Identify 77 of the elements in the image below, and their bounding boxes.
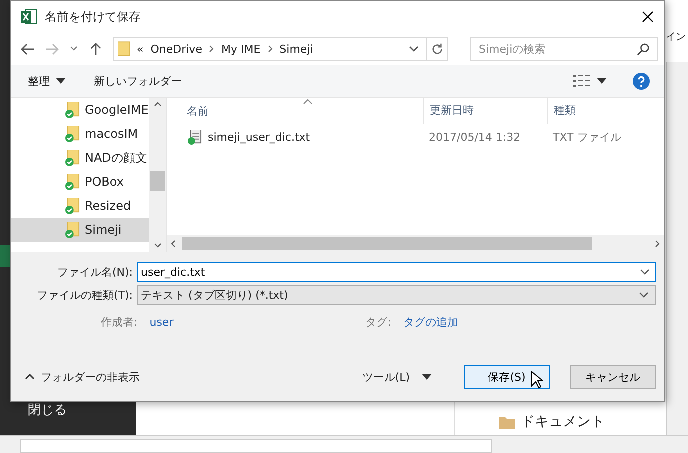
search-icon[interactable]: [637, 43, 650, 56]
search-field[interactable]: Simejiの検索: [470, 37, 658, 61]
scrollbar-thumb[interactable]: [20, 439, 492, 453]
ribbon-text: イン: [666, 31, 687, 44]
sort-caret-icon: [303, 99, 313, 104]
add-tag-link[interactable]: タグの追加: [403, 315, 458, 330]
synced-folder-icon: [65, 126, 80, 142]
folder-icon: [118, 41, 130, 57]
refresh-icon: [430, 42, 444, 56]
field-label: ファイル名(N):: [56, 264, 133, 280]
author-value[interactable]: user: [150, 316, 174, 329]
caret-icon[interactable]: [597, 78, 607, 84]
vertical-scrollbar[interactable]: [149, 98, 166, 252]
breadcrumb-item[interactable]: OneDrive: [150, 42, 202, 56]
organize-menu[interactable]: 整理: [28, 74, 50, 88]
overflow-chevron[interactable]: «: [137, 42, 144, 56]
chevron-down-icon[interactable]: [409, 46, 419, 52]
file-name-field[interactable]: user_dic.txt: [137, 262, 656, 282]
scroll-up-icon[interactable]: [154, 102, 162, 107]
tools-menu[interactable]: ツール(L): [362, 370, 410, 384]
new-folder-button[interactable]: 新しいフォルダー: [94, 74, 182, 88]
caret-icon[interactable]: [422, 374, 432, 380]
text-file-icon: [187, 130, 202, 144]
address-bar[interactable]: « OneDrive My IME Simeji: [113, 37, 448, 61]
help-icon[interactable]: [633, 72, 650, 90]
up-arrow-icon[interactable]: [89, 42, 103, 56]
synced-folder-icon: [65, 150, 80, 166]
file-type-dropdown[interactable]: テキスト (タブ区切り) (*.txt): [137, 285, 656, 305]
back-arrow-icon[interactable]: [21, 42, 35, 56]
save-button[interactable]: 保存(S): [464, 365, 550, 389]
column-header[interactable]: 種類: [547, 98, 664, 124]
tags-label: タグ:: [366, 315, 392, 330]
field-label: ファイルの種類(T):: [36, 288, 133, 302]
synced-folder-icon: [65, 198, 80, 214]
scrollbar-thumb[interactable]: [150, 171, 165, 191]
folder-tree-item[interactable]: Resized: [11, 194, 149, 218]
caret-icon[interactable]: [56, 78, 66, 84]
synced-folder-icon: [65, 222, 80, 238]
breadcrumb-item[interactable]: My IME: [221, 42, 261, 56]
folder-item-label[interactable]: ドキュメント: [521, 413, 605, 431]
close-icon[interactable]: [642, 11, 654, 23]
synced-folder-icon: [65, 174, 80, 190]
folder-tree-item[interactable]: GoogleIME: [11, 98, 149, 122]
scroll-right-icon[interactable]: [655, 240, 660, 248]
breadcrumb-separator-icon: [268, 45, 273, 53]
close-menu-item[interactable]: 閉じる: [28, 401, 67, 419]
chevron-down-icon[interactable]: [69, 46, 79, 52]
spreadsheet-app-icon: [21, 9, 37, 25]
folder-tree-item[interactable]: macosIM: [11, 122, 149, 146]
scrollbar-thumb[interactable]: [182, 237, 592, 250]
folder-tree-item[interactable]: POBox: [11, 170, 149, 194]
window-title: 名前を付けて保存: [45, 8, 142, 26]
horizontal-scrollbar[interactable]: [0, 435, 688, 453]
folder-tree-item[interactable]: NADの顔文: [11, 146, 149, 170]
cancel-button[interactable]: キャンセル: [570, 365, 656, 389]
chevron-down-icon[interactable]: [640, 269, 650, 275]
column-header[interactable]: 名前: [167, 104, 423, 118]
author-label: 作成者:: [101, 315, 138, 330]
accent-strip: [0, 245, 10, 267]
view-options-icon[interactable]: [573, 75, 591, 87]
breadcrumb-item[interactable]: Simeji: [280, 42, 314, 56]
horizontal-scrollbar[interactable]: [167, 235, 664, 252]
modified-date: 2017/05/14 1:32: [428, 130, 522, 144]
breadcrumb-separator-icon: [209, 45, 214, 53]
scroll-down-icon[interactable]: [154, 243, 162, 248]
synced-folder-icon: [65, 102, 80, 118]
folder-tree-item[interactable]: Simeji: [11, 218, 149, 242]
mouse-cursor-icon: [531, 371, 543, 389]
scroll-left-icon[interactable]: [171, 240, 176, 248]
chevron-down-icon[interactable]: [639, 292, 649, 298]
vertical-scrollbar[interactable]: [666, 62, 688, 435]
folder-icon: [499, 415, 515, 429]
column-header[interactable]: 更新日時: [423, 98, 547, 124]
hide-folders-toggle[interactable]: フォルダーの非表示: [41, 370, 140, 384]
chevron-up-icon[interactable]: [25, 374, 35, 380]
file-name[interactable]: simeji_user_dic.txt: [208, 130, 310, 144]
file-type: TXT ファイル: [552, 130, 622, 144]
